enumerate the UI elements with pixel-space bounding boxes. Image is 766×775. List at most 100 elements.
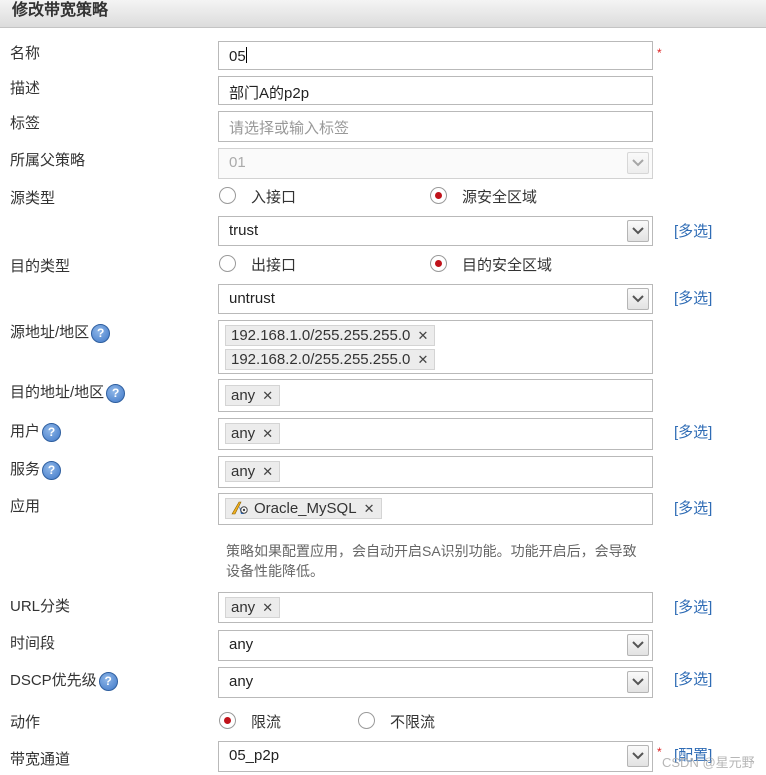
application-label: 应用 <box>10 498 41 515</box>
dest-address-label-text: 目的地址/地区 <box>10 384 105 401</box>
application-tag: Oracle_MySQL ✕ <box>225 498 382 519</box>
dest-address-input[interactable]: any ✕ <box>218 379 653 412</box>
tag-text: any <box>231 463 256 480</box>
source-zone-radio[interactable] <box>430 187 447 204</box>
dest-zone-radio[interactable] <box>430 255 447 272</box>
dscp-label: DSCP优先级? <box>10 669 118 691</box>
chevron-down-icon[interactable] <box>627 671 649 693</box>
url-category-label: URL分类 <box>10 598 71 615</box>
dest-address-tag: any ✕ <box>225 385 281 406</box>
tag-placeholder: 请选择或输入标签 <box>229 120 350 137</box>
dscp-multiselect-link[interactable]: [多选] <box>674 668 712 689</box>
tag-text: 192.168.2.0/255.255.255.0 <box>231 351 411 368</box>
close-icon[interactable]: ✕ <box>417 326 428 345</box>
bandwidth-channel-label: 带宽通道 <box>10 751 71 768</box>
action-unlimited-radio[interactable] <box>358 712 375 729</box>
tag-text: any <box>231 387 256 404</box>
parent-policy-select: 01 <box>218 148 653 179</box>
chevron-down-icon <box>627 152 649 174</box>
source-zone-multiselect-link[interactable]: [多选] <box>674 220 712 241</box>
dest-type-label: 目的类型 <box>10 258 71 275</box>
source-zone-value: trust <box>229 222 259 239</box>
action-unlimited-label: 不限流 <box>390 714 436 731</box>
source-interface-label: 入接口 <box>251 189 297 206</box>
source-address-input[interactable]: 192.168.1.0/255.255.255.0 ✕ 192.168.2.0/2… <box>218 320 653 374</box>
action-label: 动作 <box>10 714 41 731</box>
user-input[interactable]: any ✕ <box>218 418 653 450</box>
time-range-value: any <box>229 636 254 653</box>
chevron-down-icon[interactable] <box>627 220 649 242</box>
close-icon[interactable]: ✕ <box>262 462 273 481</box>
chevron-down-icon[interactable] <box>627 634 649 656</box>
bandwidth-channel-select[interactable]: 05_p2p <box>218 741 653 772</box>
user-label: 用户? <box>10 420 62 442</box>
tag-text: 192.168.1.0/255.255.255.0 <box>231 327 411 344</box>
close-icon[interactable]: ✕ <box>262 386 273 405</box>
user-label-text: 用户 <box>10 423 41 440</box>
close-icon[interactable]: ✕ <box>262 424 273 443</box>
name-input[interactable]: 05 <box>218 41 653 70</box>
close-icon[interactable]: ✕ <box>417 350 428 369</box>
dest-interface-radio[interactable] <box>219 255 236 272</box>
tag-text: Oracle_MySQL <box>254 500 357 517</box>
action-limit-label: 限流 <box>251 714 282 731</box>
action-limit-radio[interactable] <box>219 712 236 729</box>
dscp-value: any <box>229 673 254 690</box>
parent-policy-value: 01 <box>229 154 246 171</box>
dest-zone-multiselect-link[interactable]: [多选] <box>674 287 712 308</box>
tag-text: any <box>231 599 256 616</box>
help-icon[interactable]: ? <box>106 383 126 403</box>
dialog-titlebar: 修改带宽策略 <box>0 0 766 28</box>
application-input[interactable]: Oracle_MySQL ✕ <box>218 493 653 525</box>
description-input[interactable]: 部门A的p2p <box>218 76 653 105</box>
source-interface-radio[interactable] <box>219 187 236 204</box>
service-tag: any ✕ <box>225 461 281 482</box>
dest-zone-select[interactable]: untrust <box>218 284 653 314</box>
chevron-down-icon[interactable] <box>627 288 649 310</box>
source-zone-select[interactable]: trust <box>218 216 653 246</box>
chevron-down-icon[interactable] <box>627 745 649 767</box>
description-value: 部门A的p2p <box>229 85 310 102</box>
application-multiselect-link[interactable]: [多选] <box>674 497 712 518</box>
dest-zone-label: 目的安全区域 <box>462 257 553 274</box>
name-label: 名称 <box>10 45 41 62</box>
application-icon <box>231 501 248 515</box>
help-icon[interactable]: ? <box>42 422 62 442</box>
help-icon[interactable]: ? <box>42 460 62 480</box>
time-range-label: 时间段 <box>10 635 56 652</box>
time-range-select[interactable]: any <box>218 630 653 661</box>
close-icon[interactable]: ✕ <box>364 499 375 518</box>
tag-input[interactable]: 请选择或输入标签 <box>218 111 653 142</box>
source-address-tag: 192.168.2.0/255.255.255.0 ✕ <box>225 349 436 370</box>
tag-text: any <box>231 425 256 442</box>
dest-interface-label: 出接口 <box>251 257 297 274</box>
required-mark: * <box>657 745 662 759</box>
text-cursor <box>245 47 247 63</box>
user-tag: any ✕ <box>225 423 281 444</box>
help-icon[interactable]: ? <box>98 671 118 691</box>
close-icon[interactable]: ✕ <box>262 598 273 617</box>
user-multiselect-link[interactable]: [多选] <box>674 421 712 442</box>
help-icon[interactable]: ? <box>91 323 111 343</box>
source-address-tag: 192.168.1.0/255.255.255.0 ✕ <box>225 325 436 346</box>
application-note: 策略如果配置应用，会自动开启SA识别功能。功能开启后，会导致设备性能降低。 <box>226 543 637 579</box>
service-input[interactable]: any ✕ <box>218 456 653 488</box>
url-category-tag: any ✕ <box>225 597 281 618</box>
url-category-input[interactable]: any ✕ <box>218 592 653 623</box>
dest-zone-value: untrust <box>229 290 275 307</box>
bandwidth-channel-value: 05_p2p <box>229 747 280 764</box>
url-multiselect-link[interactable]: [多选] <box>674 596 712 617</box>
dscp-label-text: DSCP优先级 <box>10 672 97 689</box>
required-mark: * <box>657 46 662 60</box>
tag-label: 标签 <box>10 115 41 132</box>
source-zone-label: 源安全区域 <box>462 189 538 206</box>
dest-address-label: 目的地址/地区? <box>10 381 126 403</box>
dscp-select[interactable]: any <box>218 667 653 698</box>
source-type-label: 源类型 <box>10 190 56 207</box>
name-value: 05 <box>229 48 246 65</box>
description-label: 描述 <box>10 80 41 97</box>
source-address-label: 源地址/地区? <box>10 321 111 343</box>
parent-policy-label: 所属父策略 <box>10 152 86 169</box>
service-label: 服务? <box>10 458 62 480</box>
dialog-title: 修改带宽策略 <box>12 2 109 19</box>
